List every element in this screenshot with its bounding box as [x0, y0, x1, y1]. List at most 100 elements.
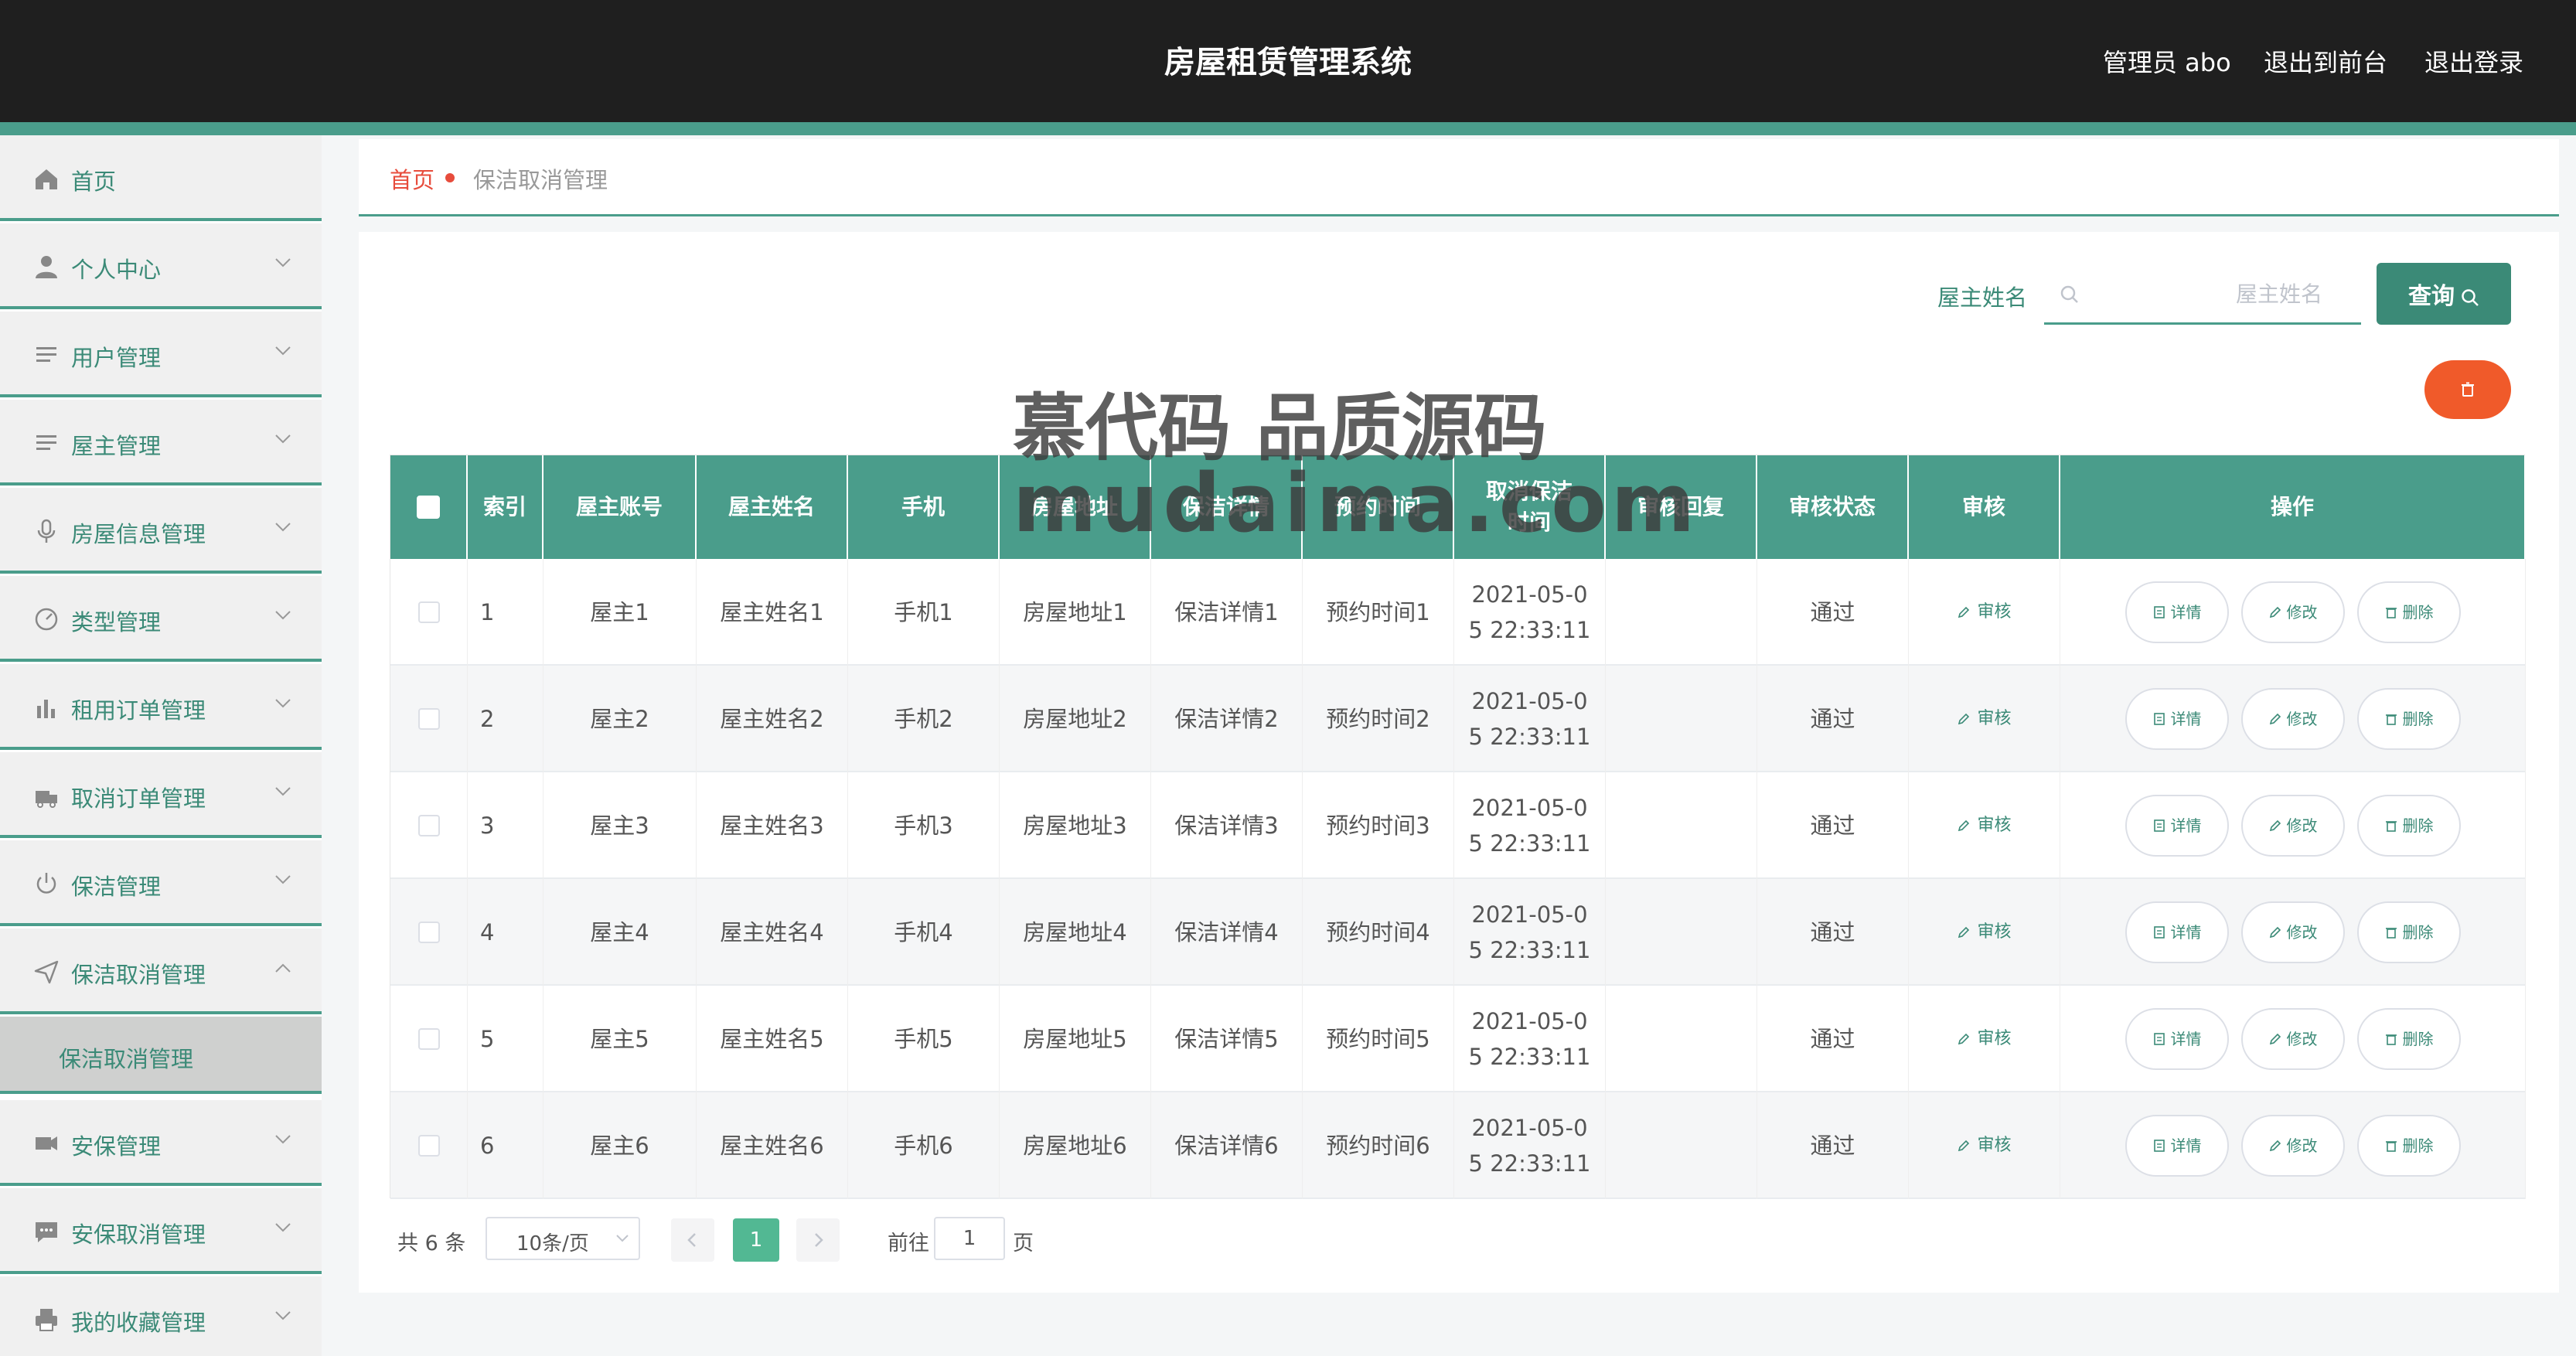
sidebar-item-label: 房屋信息管理	[71, 521, 206, 547]
row-select-cell	[390, 559, 468, 666]
exit-to-front-link[interactable]: 退出到前台	[2264, 43, 2387, 79]
cell-phone: 手机3	[848, 772, 1000, 879]
detail-label: 详情	[2170, 603, 2202, 622]
cell-cancel-time: 2021-05-05 22:33:11	[1454, 986, 1606, 1092]
detail-button[interactable]: 详情	[2125, 795, 2229, 857]
sidebar-item[interactable]: 安保管理	[0, 1100, 322, 1186]
prev-page-button[interactable]	[671, 1218, 714, 1262]
audit-label: 审核	[1977, 602, 2012, 622]
audit-button[interactable]: 审核	[1957, 808, 2012, 843]
breadcrumb-home[interactable]: 首页	[390, 162, 434, 195]
sidebar-item[interactable]: 安保取消管理	[0, 1188, 322, 1274]
batch-delete-button[interactable]	[2424, 360, 2511, 419]
edit-button[interactable]: 修改	[2240, 1115, 2345, 1177]
cell-name: 屋主姓名4	[697, 879, 848, 986]
document-icon	[2153, 819, 2165, 832]
user-icon	[36, 256, 57, 278]
trash-icon	[2385, 714, 2397, 725]
cell-actions: 详情 修改 删除	[2060, 666, 2526, 772]
column-header: 操作	[2060, 455, 2526, 559]
cell-name: 屋主姓名5	[697, 986, 848, 1092]
delete-button[interactable]: 删除	[2356, 581, 2461, 643]
audit-button[interactable]: 审核	[1957, 1021, 2012, 1057]
audit-button[interactable]: 审核	[1957, 915, 2012, 950]
delete-button[interactable]: 删除	[2356, 1008, 2461, 1070]
cell-audit: 审核	[1909, 1092, 2060, 1199]
send-icon	[34, 960, 59, 984]
delete-button[interactable]: 删除	[2356, 795, 2461, 857]
sidebar-item[interactable]: 租用订单管理	[0, 664, 322, 750]
delete-label: 删除	[2402, 1136, 2434, 1155]
row-checkbox[interactable]	[417, 1028, 440, 1050]
delete-button[interactable]: 删除	[2356, 901, 2461, 963]
data-table: 索引 屋主账号 屋主姓名 手机 房屋地址 保洁详情 预约时间 取消保洁时间 审核回复 审核状态 审核…	[390, 455, 2526, 1199]
sidebar-item[interactable]: 个人中心	[0, 223, 322, 309]
cell-time: 预约时间1	[1303, 559, 1454, 666]
cell-detail: 保洁详情6	[1151, 1092, 1303, 1199]
row-checkbox[interactable]	[417, 922, 440, 943]
sidebar-item[interactable]: 保洁管理	[0, 840, 322, 926]
edit-button[interactable]: 修改	[2240, 1008, 2345, 1070]
cell-address: 房屋地址3	[1000, 772, 1151, 879]
row-checkbox[interactable]	[417, 601, 440, 623]
search-input[interactable]	[2090, 274, 2353, 314]
detail-button[interactable]: 详情	[2125, 688, 2229, 750]
edit-label: 修改	[2286, 1136, 2318, 1155]
detail-label: 详情	[2170, 1136, 2202, 1155]
sidebar-item[interactable]: 屋主管理	[0, 400, 322, 486]
cell-account: 屋主5	[543, 986, 697, 1092]
next-page-button[interactable]	[796, 1218, 840, 1262]
edit-button[interactable]: 修改	[2240, 901, 2345, 963]
row-checkbox[interactable]	[417, 708, 440, 730]
select-all-cell	[390, 455, 468, 559]
row-checkbox[interactable]	[417, 1135, 440, 1157]
edit-button[interactable]: 修改	[2240, 688, 2345, 750]
audit-button[interactable]: 审核	[1957, 595, 2012, 630]
detail-button[interactable]: 详情	[2125, 1008, 2229, 1070]
sidebar-item-label: 安保取消管理	[71, 1221, 206, 1248]
audit-button[interactable]: 审核	[1957, 701, 2012, 737]
cell-time: 预约时间3	[1303, 772, 1454, 879]
goto-page-input[interactable]	[934, 1217, 1005, 1260]
document-icon	[2153, 1140, 2165, 1152]
cell-audit: 审核	[1909, 666, 2060, 772]
edit-button[interactable]: 修改	[2240, 581, 2345, 643]
sidebar-item[interactable]: 房屋信息管理	[0, 488, 322, 574]
cell-phone: 手机2	[848, 666, 1000, 772]
chevron-up-icon	[275, 963, 291, 973]
sidebar-item[interactable]: 保洁取消管理	[0, 928, 322, 1014]
search-button[interactable]: 查询	[2377, 263, 2511, 325]
row-checkbox[interactable]	[417, 815, 440, 836]
page-size-select[interactable]: 10条/页	[486, 1217, 640, 1260]
trash-icon	[2385, 821, 2397, 832]
sidebar-item[interactable]: 首页	[0, 135, 322, 221]
detail-button[interactable]: 详情	[2125, 581, 2229, 643]
cell-actions: 详情 修改 删除	[2060, 879, 2526, 986]
detail-button[interactable]: 详情	[2125, 901, 2229, 963]
current-page[interactable]: 1	[733, 1218, 779, 1262]
cell-address: 房屋地址2	[1000, 666, 1151, 772]
sidebar-item[interactable]: 类型管理	[0, 576, 322, 662]
sidebar-item[interactable]: 我的收藏管理	[0, 1276, 322, 1356]
delete-button[interactable]: 删除	[2356, 1115, 2461, 1177]
edit-icon	[1958, 606, 1970, 618]
table-row: 2 屋主2 屋主姓名2 手机2 房屋地址2 保洁详情2 预约时间2 2021-05-05 22…	[390, 666, 2526, 772]
cell-reply	[1606, 879, 1757, 986]
edit-icon	[1958, 1140, 1970, 1152]
cell-name: 屋主姓名3	[697, 772, 848, 879]
sidebar-item[interactable]: 取消订单管理	[0, 752, 322, 838]
sidebar-subitem-active[interactable]: 保洁取消管理	[0, 1017, 322, 1094]
detail-button[interactable]: 详情	[2125, 1115, 2229, 1177]
select-all-checkbox[interactable]	[417, 496, 440, 519]
delete-label: 删除	[2402, 923, 2434, 942]
audit-button[interactable]: 审核	[1957, 1128, 2012, 1164]
sidebar-item[interactable]: 用户管理	[0, 312, 322, 397]
edit-button[interactable]: 修改	[2240, 795, 2345, 857]
audit-label: 审核	[1977, 922, 2012, 942]
search-field	[2044, 263, 2361, 325]
logout-link[interactable]: 退出登录	[2424, 43, 2523, 79]
cell-index: 1	[468, 559, 543, 666]
watermark-url: mudaima.com	[1013, 456, 1700, 550]
delete-button[interactable]: 删除	[2356, 688, 2461, 750]
goto-label: 前往	[888, 1232, 929, 1255]
